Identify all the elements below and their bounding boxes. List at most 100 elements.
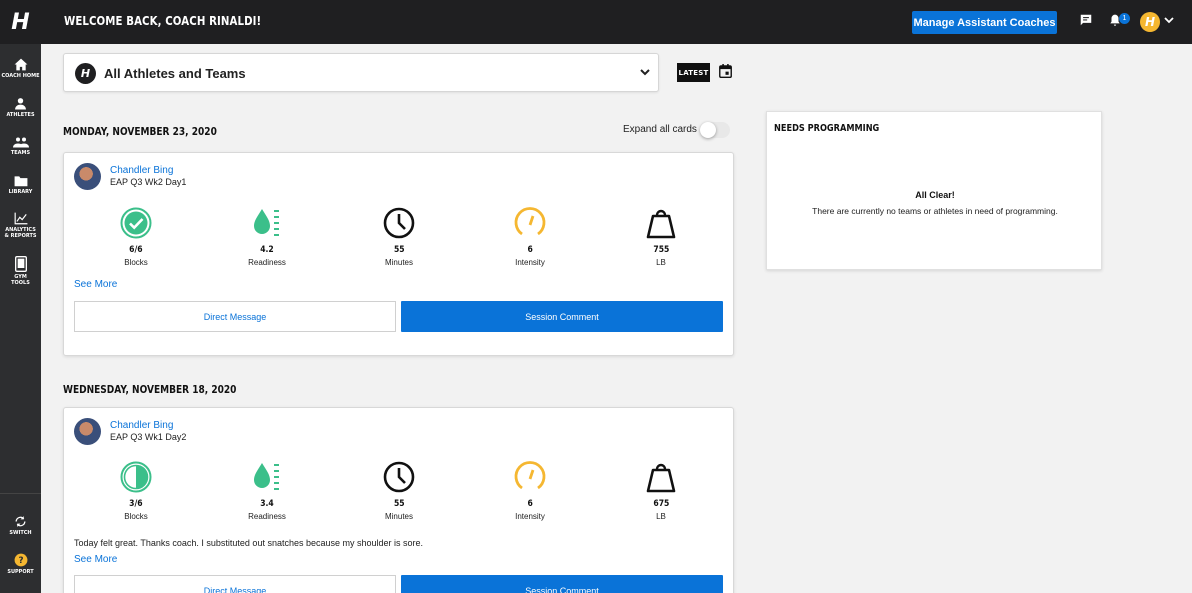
welcome-message: WELCOME BACK, COACH RINALDI! [64, 14, 262, 28]
metric-intensity: 6 Intensity [490, 206, 570, 267]
sidebar-item-label: LIBRARY [8, 189, 33, 195]
gauge-icon [514, 461, 546, 490]
metric-label: Blocks [124, 512, 148, 521]
clock-icon [383, 461, 415, 493]
notification-badge: 1 [1119, 13, 1130, 24]
chart-icon [14, 212, 27, 225]
manage-assistant-coaches-button[interactable]: Manage Assistant Coaches [912, 11, 1057, 34]
calendar-icon[interactable] [719, 64, 732, 78]
latest-button[interactable]: LATEST [677, 63, 710, 82]
metric-minutes: 55 Minutes [359, 206, 439, 267]
session-comment-button[interactable]: Session Comment [401, 301, 723, 332]
readiness-drop-icon [254, 209, 279, 236]
metric-value: 6/6 [129, 245, 143, 255]
svg-text:?: ? [18, 556, 23, 566]
sidebar-item-label: ANALYTICS & REPORTS [4, 227, 37, 239]
folder-icon [14, 176, 27, 187]
session-name: EAP Q3 Wk2 Day1 [110, 177, 187, 187]
sidebar-item-analytics[interactable]: ANALYTICS & REPORTS [0, 212, 41, 239]
athlete-team-selector[interactable]: H All Athletes and Teams [63, 53, 659, 92]
sidebar-item-library[interactable]: LIBRARY [0, 175, 41, 195]
chevron-down-icon[interactable] [1164, 16, 1174, 24]
metric-value: 6 [527, 245, 533, 255]
metric-value: 55 [393, 499, 405, 509]
date-header: MONDAY, NOVEMBER 23, 2020 [63, 125, 217, 138]
selector-logo: H [75, 63, 96, 84]
athlete-name[interactable]: Chandler Bing [110, 165, 173, 176]
top-bar: H WELCOME BACK, COACH RINALDI! Manage As… [0, 0, 1192, 44]
metric-label: Readiness [248, 258, 286, 267]
panel-status: All Clear! [915, 190, 955, 200]
sidebar-item-coach-home[interactable]: COACH HOME [0, 58, 41, 79]
see-more-link[interactable]: See More [74, 554, 117, 565]
sidebar-item-teams[interactable]: TEAMS [0, 137, 41, 156]
group-icon [12, 137, 29, 148]
panel-title: NEEDS PROGRAMMING [774, 123, 880, 134]
session-card: Chandler Bing EAP Q3 Wk2 Day1 6/6 Blocks… [63, 152, 734, 356]
sidebar-item-support[interactable]: ? SUPPORT [0, 553, 41, 575]
metric-label: Intensity [515, 512, 545, 521]
user-avatar[interactable]: H [1140, 12, 1160, 32]
metric-lb: 755 LB [621, 206, 701, 267]
athlete-name[interactable]: Chandler Bing [110, 420, 173, 431]
help-icon: ? [14, 553, 27, 567]
metric-value: 755 [653, 245, 669, 255]
weight-icon [646, 209, 676, 239]
metric-intensity: 6 Intensity [490, 460, 570, 521]
sidebar-item-athletes[interactable]: ATHLETES [0, 97, 41, 118]
panel-message: There are currently no teams or athletes… [812, 206, 1058, 216]
weight-icon [646, 463, 676, 493]
expand-all-toggle[interactable] [700, 122, 730, 138]
check-circle-icon [120, 207, 152, 239]
session-name: EAP Q3 Wk1 Day2 [110, 432, 187, 442]
see-more-link[interactable]: See More [74, 279, 117, 290]
half-circle-icon [120, 461, 152, 493]
direct-message-button[interactable]: Direct Message [74, 575, 396, 593]
direct-message-button[interactable]: Direct Message [74, 301, 396, 332]
gauge-icon [514, 207, 546, 236]
switch-icon [15, 516, 26, 527]
metric-blocks: 3/6 Blocks [96, 460, 176, 521]
metric-value: 55 [393, 245, 405, 255]
metric-label: Readiness [248, 512, 286, 521]
metric-label: LB [656, 512, 666, 521]
expand-all-label: Expand all cards [623, 124, 697, 135]
session-card: Chandler Bing EAP Q3 Wk1 Day2 3/6 Blocks… [63, 407, 734, 593]
toggle-knob [700, 122, 716, 138]
metric-value: 675 [653, 499, 669, 509]
app-logo[interactable]: H [0, 0, 41, 44]
session-comment-button[interactable]: Session Comment [401, 575, 723, 593]
metric-minutes: 55 Minutes [359, 460, 439, 521]
sidebar-item-switch[interactable]: SWITCH [0, 515, 41, 536]
tablet-icon [14, 256, 27, 272]
sidebar-item-label: ATHLETES [6, 112, 35, 118]
sidebar: COACH HOME ATHLETES TEAMS LIBRARY ANALYT… [0, 44, 41, 593]
metric-blocks: 6/6 Blocks [96, 206, 176, 267]
chevron-down-icon [640, 69, 650, 76]
athlete-comment: Today felt great. Thanks coach. I substi… [74, 538, 424, 548]
sidebar-item-label: GYM TOOLS [11, 274, 30, 286]
home-icon [14, 58, 27, 71]
metric-value: 6 [527, 499, 533, 509]
readiness-drop-icon [254, 463, 279, 490]
sidebar-divider [0, 493, 41, 494]
chat-icon[interactable] [1079, 13, 1093, 27]
selector-value: All Athletes and Teams [104, 66, 246, 81]
sidebar-item-label: TEAMS [10, 150, 31, 156]
metric-label: Blocks [124, 258, 148, 267]
person-icon [15, 98, 26, 110]
metric-value: 3/6 [129, 499, 143, 509]
athlete-avatar[interactable] [74, 163, 101, 190]
sidebar-item-gym-tools[interactable]: GYM TOOLS [0, 256, 41, 286]
sidebar-item-label: SWITCH [9, 530, 32, 536]
sidebar-item-label: COACH HOME [1, 73, 40, 79]
metric-value: 3.4 [260, 499, 274, 509]
metric-readiness: 4.2 Readiness [227, 206, 307, 267]
metric-value: 4.2 [260, 245, 274, 255]
metric-label: Intensity [515, 258, 545, 267]
sidebar-item-label: SUPPORT [7, 569, 34, 575]
metric-lb: 675 LB [621, 460, 701, 521]
metric-label: Minutes [384, 258, 413, 267]
metric-label: Minutes [384, 512, 413, 521]
athlete-avatar[interactable] [74, 418, 101, 445]
